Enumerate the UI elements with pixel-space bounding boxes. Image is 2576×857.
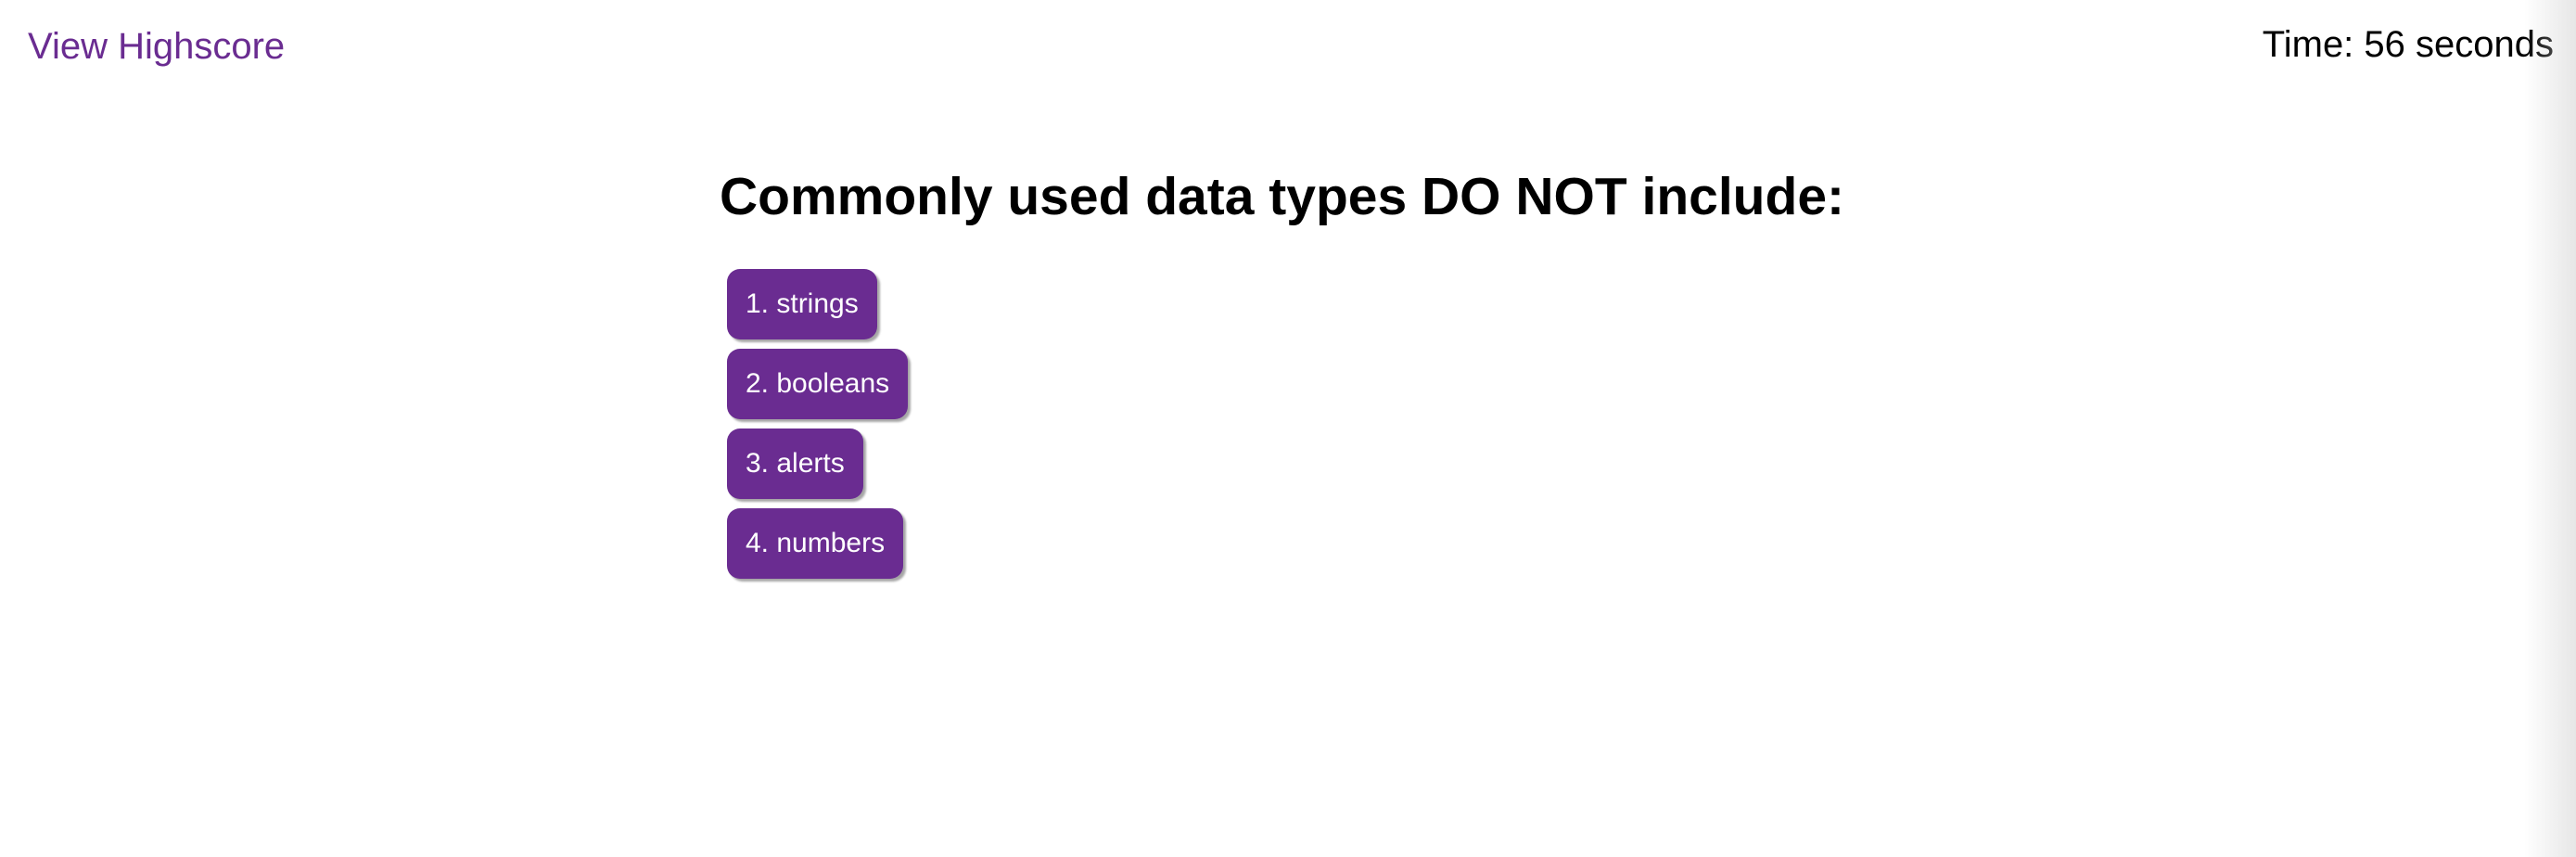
quiz-container: Commonly used data types DO NOT include:… — [720, 156, 1844, 579]
choice-button-booleans[interactable]: 2. booleans — [727, 349, 909, 419]
choice-button-numbers[interactable]: 4. numbers — [727, 508, 904, 579]
timer-display: Time: 56 seconds — [2262, 24, 2554, 65]
choices-list: 1. strings 2. booleans 3. alerts 4. numb… — [720, 269, 1844, 579]
question-title: Commonly used data types DO NOT include: — [720, 167, 1845, 226]
choice-button-alerts[interactable]: 3. alerts — [727, 428, 863, 499]
scrollbar-shadow — [2524, 0, 2576, 857]
choice-button-strings[interactable]: 1. strings — [727, 269, 877, 339]
view-highscore-link[interactable]: View Highscore — [28, 20, 285, 72]
